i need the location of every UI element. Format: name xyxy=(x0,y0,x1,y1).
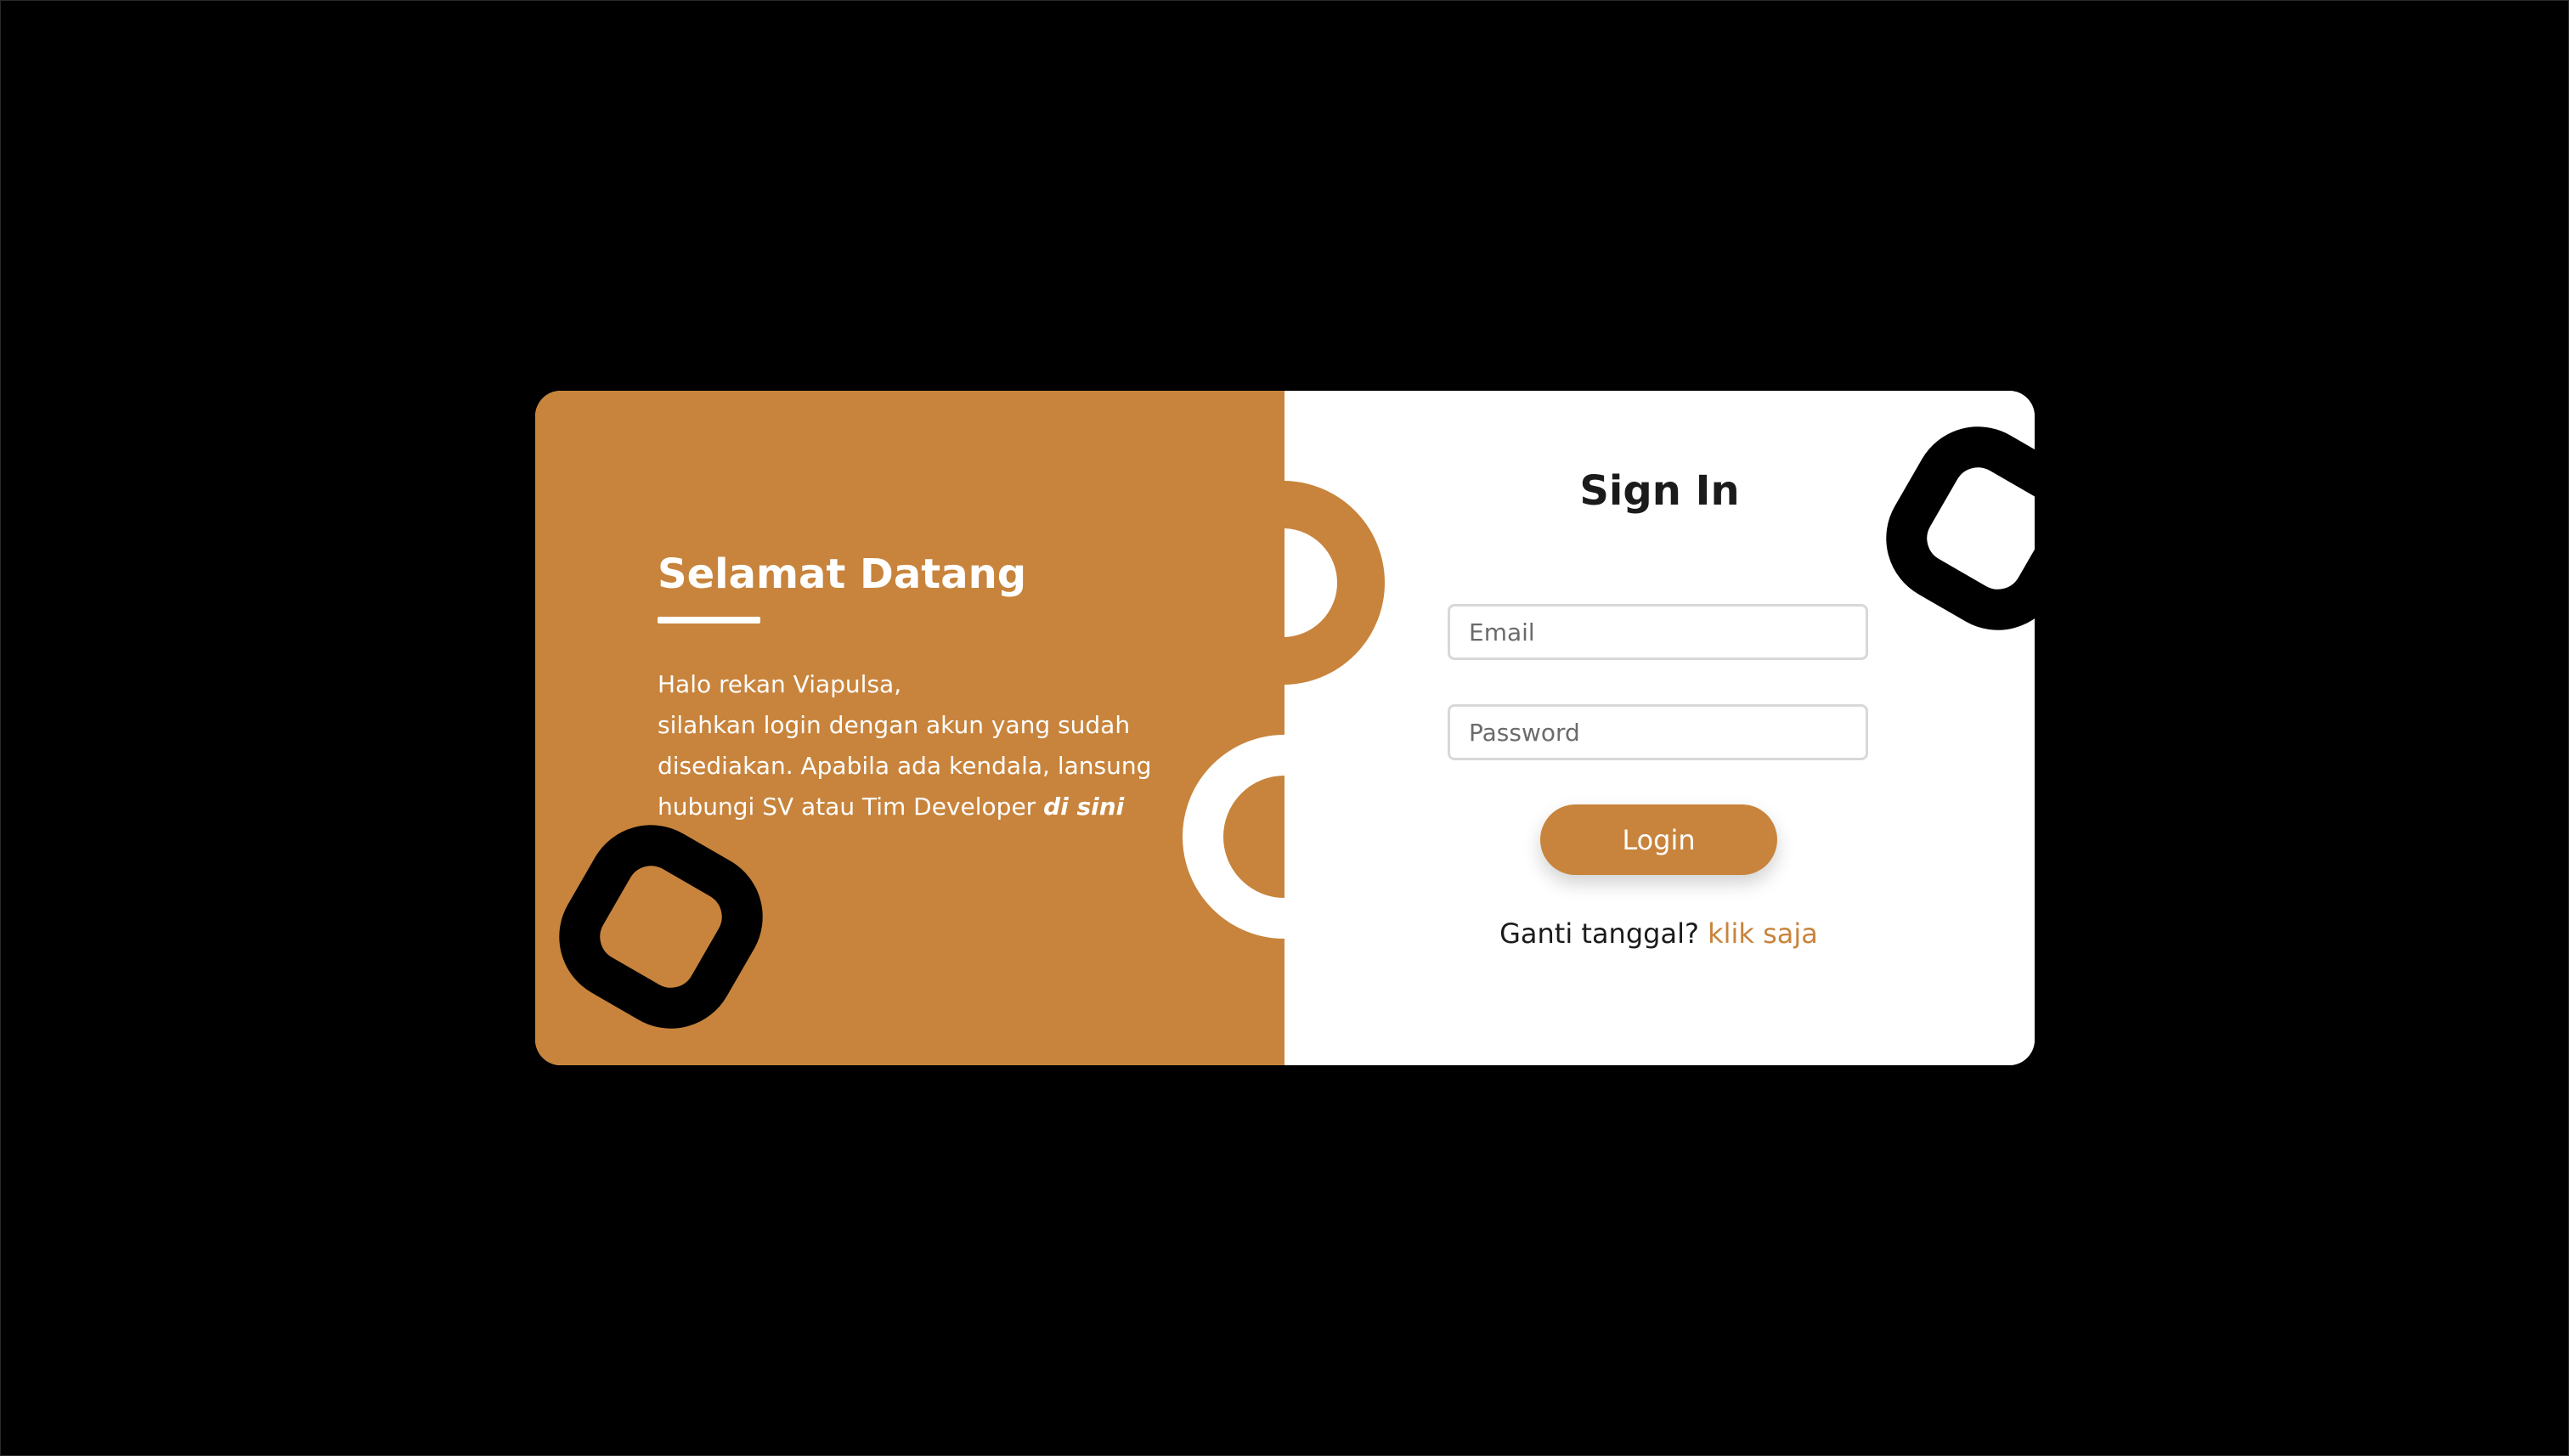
change-date-link[interactable]: klik saja xyxy=(1708,917,1818,950)
welcome-line-1: Halo rekan Viapulsa, xyxy=(658,670,902,698)
welcome-line-4-text: hubungi SV atau Tim Developer xyxy=(658,793,1044,821)
welcome-message: Halo rekan Viapulsa, silahkan login deng… xyxy=(658,664,1201,827)
email-input[interactable] xyxy=(1448,604,1868,660)
signin-title: Sign In xyxy=(1579,467,1740,515)
title-underline xyxy=(658,617,760,624)
change-date-prompt: Ganti tanggal? xyxy=(1499,917,1699,950)
login-button[interactable]: Login xyxy=(1540,804,1777,875)
welcome-title: Selamat Datang xyxy=(658,550,1027,598)
welcome-panel: Selamat Datang Halo rekan Viapulsa, sila… xyxy=(535,391,1284,1065)
contact-here-link[interactable]: di sini xyxy=(1043,793,1124,821)
password-input[interactable] xyxy=(1448,704,1868,760)
welcome-line-4: hubungi SV atau Tim Developer di sini xyxy=(658,787,1201,827)
welcome-line-3: disediakan. Apabila ada kendala, lansung xyxy=(658,752,1152,780)
change-date-row: Ganti tanggal? klik saja xyxy=(1385,917,1933,950)
welcome-line-2: silahkan login dengan akun yang sudah xyxy=(658,711,1131,739)
